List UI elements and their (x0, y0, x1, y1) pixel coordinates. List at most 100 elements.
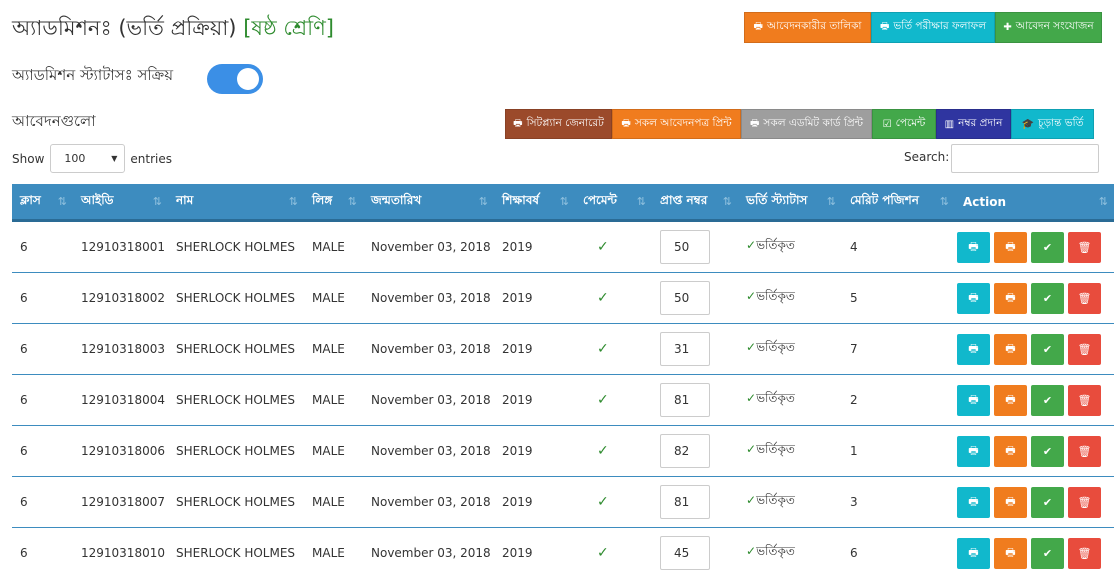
delete-button[interactable]: 🗑 (1068, 282, 1101, 314)
approve-button[interactable]: ✔ (1031, 537, 1064, 569)
cell-merit: 7 (850, 342, 858, 356)
column-header-id[interactable]: আইডি ⇅ (73, 184, 168, 219)
marks-input[interactable]: 31 (660, 332, 710, 366)
print-application-button[interactable]: 🖶 (957, 282, 990, 314)
delete-button[interactable]: 🗑 (1068, 384, 1101, 416)
cell-admission-status: ✓ভর্তিকৃত (738, 528, 842, 575)
cell-admission-status: ✓ভর্তিকৃত (738, 324, 842, 374)
sort-icon: ⇅ (288, 195, 298, 208)
cell-actions: 🖶 🖶 ✔ 🗑 (955, 528, 1114, 575)
print-all-admit-cards-label: সকল এডমিট কার্ড প্রিন্ট (763, 116, 864, 129)
column-header-admission-status[interactable]: ভর্তি স্ট্যাটাস ⇅ (738, 184, 842, 219)
column-header-gender[interactable]: লিঙ্গ ⇅ (304, 184, 363, 219)
cell-dob: November 03, 2018 (371, 495, 491, 509)
marks-input[interactable]: 50 (660, 230, 710, 264)
trash-icon: 🗑 (1077, 342, 1092, 356)
column-header-name[interactable]: নাম ⇅ (168, 184, 304, 219)
cell-marks: 45 (652, 528, 738, 575)
marks-input[interactable]: 50 (660, 281, 710, 315)
print-admit-card-button[interactable]: 🖶 (994, 231, 1027, 263)
delete-button[interactable]: 🗑 (1068, 231, 1101, 263)
check-icon: ✔ (1042, 393, 1053, 407)
column-header-year[interactable]: শিক্ষাবর্ষ ⇅ (494, 184, 575, 219)
print-application-button[interactable]: 🖶 (957, 333, 990, 365)
print-all-applications-button[interactable]: 🖶 সকল আবেদনপত্র প্রিন্ট (612, 109, 741, 139)
cell-actions: 🖶 🖶 ✔ 🗑 (955, 273, 1114, 323)
print-application-button[interactable]: 🖶 (957, 537, 990, 569)
marks-input[interactable]: 81 (660, 485, 710, 519)
cell-marks: 81 (652, 375, 738, 425)
cell-name: SHERLOCK HOLMES (176, 240, 296, 254)
marks-input[interactable]: 82 (660, 434, 710, 468)
delete-button[interactable]: 🗑 (1068, 486, 1101, 518)
cell-marks: 31 (652, 324, 738, 374)
add-application-button[interactable]: ✚ আবেদন সংযোজন (995, 12, 1102, 43)
cell-id: 12910318007 (81, 495, 165, 509)
cell-dob: November 03, 2018 (371, 240, 491, 254)
column-header-marks[interactable]: প্রাপ্ত নম্বর ⇅ (652, 184, 738, 219)
print-application-button[interactable]: 🖶 (957, 435, 990, 467)
approve-button[interactable]: ✔ (1031, 486, 1064, 518)
column-header-payment[interactable]: পেমেন্ট ⇅ (575, 184, 652, 219)
cell-marks: 82 (652, 426, 738, 476)
print-admit-card-button[interactable]: 🖶 (994, 537, 1027, 569)
approve-button[interactable]: ✔ (1031, 435, 1064, 467)
printer-icon: 🖶 (968, 290, 979, 304)
approve-button[interactable]: ✔ (1031, 384, 1064, 416)
print-all-admit-cards-button[interactable]: 🖶 সকল এডমিট কার্ড প্রিন্ট (741, 109, 872, 139)
column-header-class[interactable]: ক্লাস ⇅ (12, 184, 73, 219)
sort-icon: ⇅ (1098, 195, 1108, 208)
cell-name: SHERLOCK HOLMES (176, 291, 296, 305)
admission-status-row: অ্যাডমিশন স্ট্যাটাসঃ সক্রিয় (12, 64, 173, 89)
print-admit-card-button[interactable]: 🖶 (994, 333, 1027, 365)
printer-icon: 🖶 (1005, 290, 1016, 304)
delete-button[interactable]: 🗑 (1068, 333, 1101, 365)
admitted-status-text: ভর্তিকৃত (756, 493, 795, 507)
cell-dob: November 03, 2018 (371, 393, 491, 407)
print-admit-card-button[interactable]: 🖶 (994, 384, 1027, 416)
entries-select[interactable]: 100 ▼ (50, 144, 126, 173)
give-marks-button[interactable]: ▥ নম্বর প্রদান (936, 109, 1011, 139)
column-header-dob[interactable]: জন্মতারিখ ⇅ (363, 184, 494, 219)
sort-icon: ⇅ (57, 195, 67, 208)
seatplan-generate-button[interactable]: 🖶 সিটপ্ল্যান জেনারেট (505, 109, 612, 139)
printer-icon: 🖶 (1005, 545, 1016, 559)
cell-name: SHERLOCK HOLMES (176, 444, 296, 458)
delete-button[interactable]: 🗑 (1068, 537, 1101, 569)
payment-check-icon: ✓ (597, 290, 609, 306)
cell-actions: 🖶 🖶 ✔ 🗑 (955, 375, 1114, 425)
column-header-merit[interactable]: মেরিট পজিশন ⇅ (842, 184, 955, 219)
marks-input[interactable]: 81 (660, 383, 710, 417)
approve-button[interactable]: ✔ (1031, 333, 1064, 365)
delete-button[interactable]: 🗑 (1068, 435, 1101, 467)
print-admit-card-button[interactable]: 🖶 (994, 486, 1027, 518)
approve-button[interactable]: ✔ (1031, 231, 1064, 263)
admission-status-toggle[interactable] (207, 64, 263, 94)
column-header-label: ক্লাস (20, 192, 41, 207)
payment-check-icon: ✓ (597, 392, 609, 408)
table-row: 6 12910318007 SHERLOCK HOLMES MALE November … (12, 477, 1114, 528)
print-admit-card-button[interactable]: 🖶 (994, 435, 1027, 467)
print-application-button[interactable]: 🖶 (957, 231, 990, 263)
cell-admission-status: ✓ভর্তিকৃত (738, 222, 842, 272)
search-input[interactable] (951, 144, 1100, 173)
print-application-button[interactable]: 🖶 (957, 486, 990, 518)
payment-check-icon: ✓ (597, 545, 609, 561)
payment-button[interactable]: ☑ পেমেন্ট (872, 109, 936, 139)
cell-merit: 2 (850, 393, 858, 407)
check-icon: ✔ (1042, 342, 1053, 356)
exam-result-button[interactable]: 🖶 ভর্তি পরীক্ষার ফলাফল (871, 12, 995, 43)
applicant-list-button[interactable]: 🖶 আবেদনকারীর তালিকা (744, 12, 871, 43)
print-application-button[interactable]: 🖶 (957, 384, 990, 416)
final-admission-button[interactable]: 🎓 চূড়ান্ত ভর্তি (1011, 109, 1094, 139)
approve-button[interactable]: ✔ (1031, 282, 1064, 314)
column-header-label: পেমেন্ট (583, 192, 617, 207)
cell-merit: 1 (850, 444, 858, 458)
printer-icon: 🖶 (1005, 239, 1016, 253)
print-admit-card-button[interactable]: 🖶 (994, 282, 1027, 314)
column-header-label: প্রাপ্ত নম্বর (660, 192, 708, 207)
cell-dob: November 03, 2018 (371, 444, 491, 458)
marks-input[interactable]: 45 (660, 536, 710, 570)
cell-payment: ✓ (575, 273, 652, 323)
column-header-action[interactable]: Action ⇅ (955, 184, 1114, 219)
